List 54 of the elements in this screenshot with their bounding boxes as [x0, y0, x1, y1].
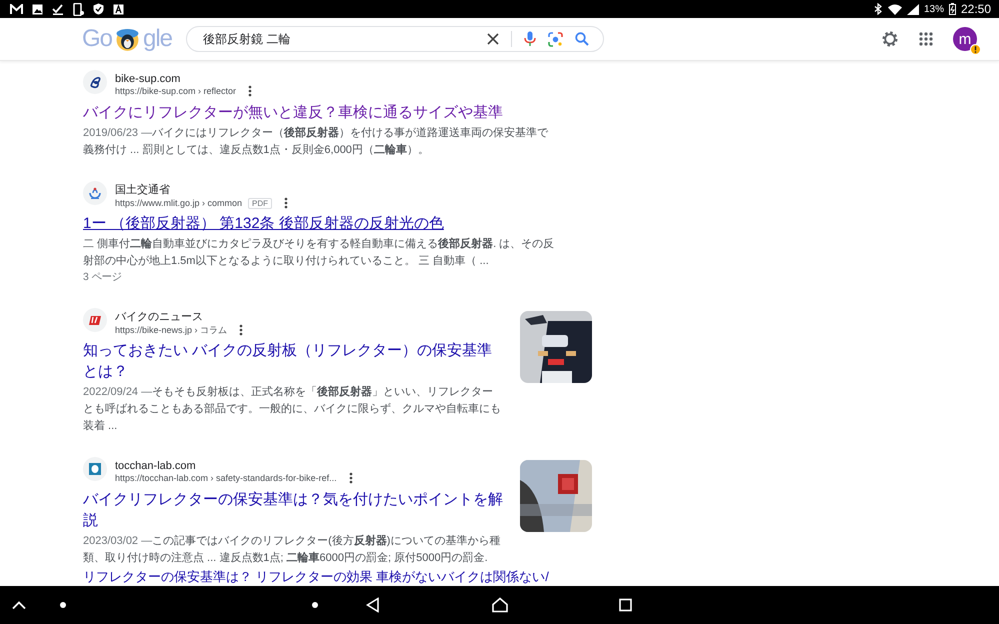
clear-icon[interactable] [487, 33, 499, 45]
site-name[interactable]: 国土交通省 [115, 182, 288, 197]
result-snippet: 二 側車付二輪自動車並びにカタピラ及びそりを有する軽自動車に備える後部反射器. は、その反射部の中心が地上1.5m以下となるように取り付けられていること。 三 自動車（ ... [83, 236, 555, 269]
expand-up-icon[interactable] [12, 600, 26, 610]
favicon-icon [83, 70, 107, 94]
search-icon[interactable] [575, 32, 589, 46]
image-icon [32, 4, 43, 14]
more-options-icon[interactable] [239, 324, 244, 336]
bluetooth-icon [874, 3, 883, 15]
mail-icon [10, 4, 23, 14]
site-name[interactable]: bike-sup.com [115, 72, 252, 84]
wifi-icon [888, 4, 902, 14]
battery-icon [948, 3, 956, 15]
site-url[interactable]: https://bike-sup.com › reflector [115, 86, 236, 96]
more-options-icon[interactable] [248, 84, 252, 96]
site-name[interactable]: tocchan-lab.com [115, 460, 353, 472]
result-title-link[interactable]: 1ー （後部反射器） 第132条 後部反射器の反射光の色 [83, 213, 555, 234]
checklist-icon [52, 3, 64, 15]
result-snippet: 2023/03/02 —この記事ではバイクのリフレクター(後方反射器)についての基準から種類、取り付け時の注意点 ... 違反点数1点; 二輪車6000円の罰金; 原付5000円の罰金. [83, 534, 502, 566]
settings-icon[interactable] [881, 30, 899, 48]
sitelink[interactable]: リフレクターの保安基準は？ リフレクターの効果 車検がないバイクは関係ない/ [83, 567, 552, 586]
signal-icon [906, 4, 919, 14]
site-url[interactable]: https://bike-news.jp › コラム [115, 324, 228, 336]
favicon-icon [83, 457, 107, 481]
camera-lens-icon[interactable] [548, 32, 563, 46]
more-options-icon[interactable] [348, 472, 353, 484]
apps-grid-icon[interactable] [919, 32, 933, 46]
account-avatar[interactable]: m [953, 27, 977, 51]
site-name[interactable]: バイクのニュース [115, 308, 244, 324]
file-type-label: PDF [248, 198, 272, 208]
result-title-link[interactable]: 知っておきたい バイクの反射板（リフレクター）の保安基準とは？ [83, 340, 503, 382]
home-icon[interactable] [492, 598, 508, 612]
site-url[interactable]: https://tocchan-lab.com › safety-standards-for-bike-ref... [115, 472, 337, 482]
search-field[interactable]: 後部反射鏡 二輪 [186, 26, 604, 52]
result-snippet: 2022/09/24 —そもそも反射板は、正式名称を「後部反射器」といい、リフレクターとも呼ばれることもある部品です。一般的に、バイクに限らず、クルマや自転車にも装着 ... [83, 384, 502, 434]
app-icon [113, 4, 124, 14]
site-url[interactable]: https://www.mlit.go.jp › common [115, 198, 242, 208]
microphone-icon[interactable] [524, 31, 536, 47]
phone-icon [73, 2, 84, 16]
clock: 22:50 [960, 2, 991, 16]
back-icon[interactable] [366, 598, 379, 612]
result-snippet: 2019/06/23 —バイクにはリフレクター（後部反射器）を付ける事が道路運送車両の保安基準で義務付け ... 罰則としては、違反点数1点・反則金6,000円（二輪車）。 [83, 126, 550, 158]
result-title-link[interactable]: バイクにリフレクターが無いと違反？車検に通るサイズや基準 [83, 102, 555, 123]
result-title-link[interactable]: バイクリフレクターの保安基準は？気を付けたいポイントを解説 [83, 489, 503, 531]
recent-apps-icon[interactable] [619, 598, 632, 612]
dot-icon [60, 602, 66, 608]
favicon-icon [83, 181, 107, 205]
shield-icon [93, 3, 104, 15]
dot-icon [312, 602, 318, 608]
more-options-icon[interactable] [284, 197, 288, 209]
page-count: 3 ページ [83, 271, 123, 285]
favicon-icon [83, 308, 107, 332]
battery-percent: 13% [924, 4, 944, 14]
warning-badge-icon [970, 44, 981, 55]
